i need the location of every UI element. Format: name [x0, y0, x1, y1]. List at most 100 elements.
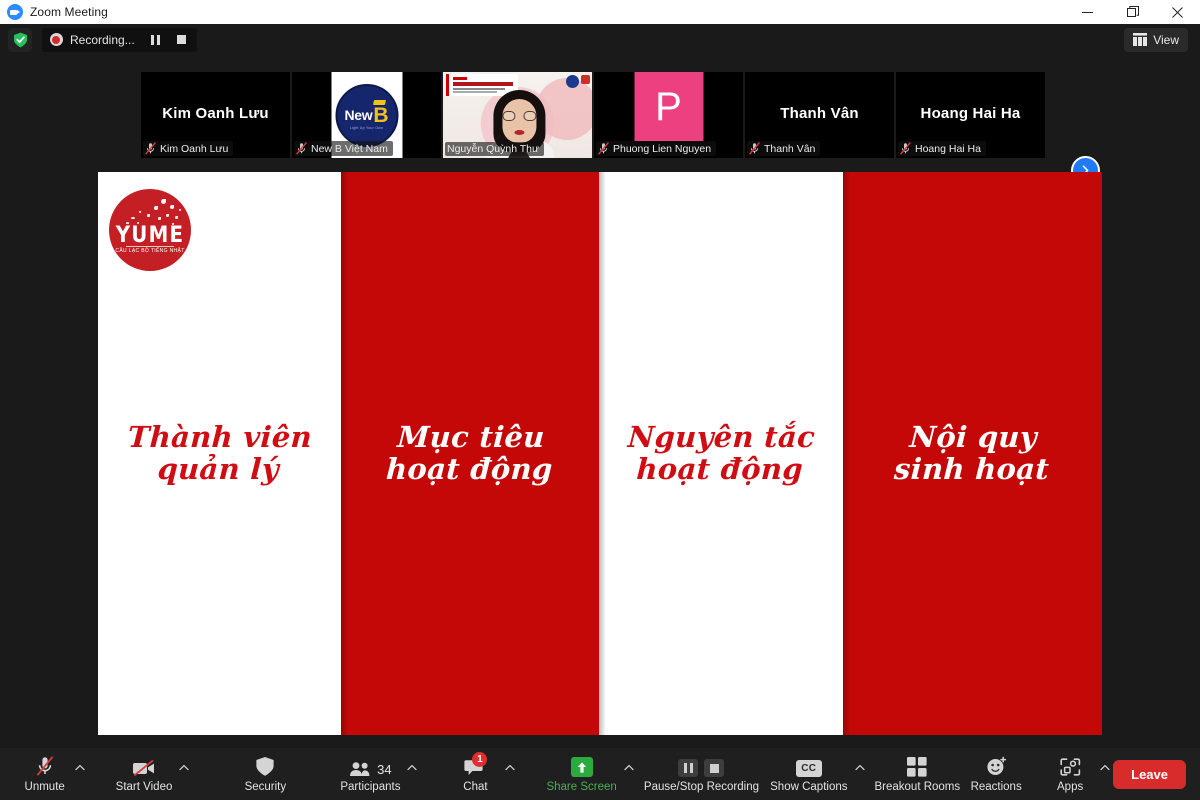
participant-name-text: Phuong Lien Nguyen	[613, 142, 712, 155]
apps-button[interactable]: Apps	[1041, 748, 1099, 800]
minimize-icon[interactable]	[1065, 0, 1110, 24]
zoom-meeting-window: Zoom Meeting Recording... View Kim Oanh …	[0, 0, 1200, 800]
shield-check-icon[interactable]	[8, 27, 32, 52]
unmute-button[interactable]: Unmute	[16, 748, 74, 800]
window-controls	[1065, 0, 1200, 24]
stop-recording-button[interactable]	[169, 28, 195, 52]
participant-thumbnail[interactable]: P Phuong Lien Nguyen	[594, 72, 743, 158]
participant-name-text: Kim Oanh Lưu	[160, 142, 229, 155]
pause-icon	[151, 34, 160, 45]
participant-thumbnail[interactable]: Thanh Vân Thanh Vân	[745, 72, 894, 158]
participants-thumbnail-strip: Kim Oanh Lưu Kim Oanh Lưu New B Light Up…	[0, 55, 1200, 185]
apps-label: Apps	[1057, 781, 1084, 793]
share-screen-label: Share Screen	[546, 781, 617, 793]
graduation-cap-icon	[372, 99, 386, 105]
meeting-toolbar: Unmute Start Video Security 34 Participa…	[0, 748, 1200, 800]
participant-corner-number: 2	[584, 145, 590, 156]
slide-column-title: Nguyên tắc hoạt động	[626, 420, 816, 487]
apps-options-caret[interactable]	[1097, 748, 1113, 800]
slide-column: YUME CÂU LẠC BỘ TIẾNG NHẬT Thành viên qu…	[98, 172, 341, 735]
breakout-rooms-label: Breakout Rooms	[874, 781, 961, 793]
chevron-up-icon	[624, 764, 634, 770]
shared-screen-content: YUME CÂU LẠC BỘ TIẾNG NHẬT Thành viên qu…	[98, 172, 1102, 735]
chat-button[interactable]: 1 Chat	[446, 748, 504, 800]
start-video-button[interactable]: Start Video	[110, 748, 179, 800]
yume-logo-tagline: CÂU LẠC BỘ TIẾNG NHẬT	[115, 248, 185, 254]
slide-column-title-line2: quản lý	[157, 452, 281, 487]
stop-icon	[177, 35, 187, 44]
participant-thumbnail[interactable]: New B Light Up Your Own New B Việt Nam	[292, 72, 441, 158]
close-icon[interactable]	[1155, 0, 1200, 24]
slide-column-title: Mục tiêu hoạt động	[385, 420, 555, 487]
chevron-up-icon	[1100, 764, 1110, 770]
audio-options-caret[interactable]	[72, 748, 88, 800]
participant-thumbnail[interactable]: Kim Oanh Lưu Kim Oanh Lưu	[141, 72, 290, 158]
microphone-muted-icon	[145, 142, 156, 155]
chevron-up-icon	[179, 764, 190, 770]
slide-column-title-line1: Thành viên	[127, 420, 314, 455]
share-screen-button[interactable]: Share Screen	[540, 748, 622, 800]
slide-column: Mục tiêu hoạt động	[341, 172, 599, 735]
slide-column: Nguyên tắc hoạt động	[599, 172, 843, 735]
share-options-caret[interactable]	[621, 748, 637, 800]
stop-icon[interactable]	[704, 759, 725, 777]
start-video-label: Start Video	[115, 781, 173, 793]
unmute-label: Unmute	[24, 781, 65, 793]
record-dot-icon	[44, 33, 68, 46]
pause-stop-recording-label: Pause/Stop Recording	[643, 781, 759, 793]
chevron-up-icon	[407, 764, 418, 770]
slide-column-title-line2: sinh hoạt	[893, 452, 1051, 487]
newb-logo-tagline: Light Up Your Own	[349, 125, 384, 130]
apps-icon	[1060, 758, 1080, 776]
participants-label: Participants	[340, 781, 401, 793]
security-button[interactable]: Security	[236, 748, 294, 800]
microphone-muted-icon	[900, 142, 911, 155]
view-button[interactable]: View	[1124, 27, 1188, 52]
slide-column-title: Nội quy sinh hoạt	[893, 420, 1051, 487]
pause-icon[interactable]	[678, 759, 699, 777]
breakout-rooms-button[interactable]: Breakout Rooms	[874, 748, 960, 800]
share-screen-up-arrow-icon	[570, 757, 593, 777]
background-badge-icon	[581, 75, 590, 84]
participant-name-label: Hoang Hai Ha	[898, 141, 986, 156]
reactions-button[interactable]: Reactions	[967, 748, 1025, 800]
participant-name-text: Hoang Hai Ha	[915, 142, 981, 155]
meeting-header-bar: Recording... View	[0, 24, 1200, 55]
pause-recording-button[interactable]	[143, 28, 169, 52]
participant-name-label: New B Việt Nam	[294, 141, 393, 156]
leave-button[interactable]: Leave	[1113, 759, 1186, 789]
shield-icon	[256, 757, 274, 776]
video-options-caret[interactable]	[176, 748, 192, 800]
yume-logo-icon: YUME CÂU LẠC BỘ TIẾNG NHẬT	[109, 189, 191, 271]
participants-count: 34	[377, 762, 392, 777]
grid-view-icon	[1133, 33, 1148, 46]
chevron-up-icon	[854, 764, 865, 770]
participant-display-name: Thanh Vân	[780, 104, 859, 122]
participant-name-label: Phuong Lien Nguyen	[596, 141, 717, 156]
participants-options-caret[interactable]	[404, 748, 420, 800]
security-label: Security	[244, 781, 287, 793]
show-captions-label: Show Captions	[770, 781, 848, 793]
avatar-initial: P	[655, 84, 682, 129]
participants-button[interactable]: 34 Participants	[334, 748, 406, 800]
window-title: Zoom Meeting	[30, 5, 108, 19]
restore-icon[interactable]	[1110, 0, 1155, 24]
captions-options-caret[interactable]	[852, 748, 868, 800]
closed-captions-icon: CC	[795, 760, 822, 777]
microphone-muted-icon	[749, 142, 760, 155]
reactions-label: Reactions	[970, 781, 1022, 793]
participant-thumbnail[interactable]: Hoang Hai Ha Hoang Hai Ha	[896, 72, 1045, 158]
avatar: P	[634, 72, 703, 141]
people-icon	[350, 762, 370, 776]
recording-indicator: Recording...	[42, 27, 197, 52]
pause-stop-recording-button[interactable]: Pause/Stop Recording	[644, 748, 759, 800]
microphone-muted-icon	[598, 142, 609, 155]
chat-options-caret[interactable]	[502, 748, 518, 800]
slide-column-title: Thành viên quản lý	[126, 420, 314, 487]
participant-name-text: New B Việt Nam	[311, 142, 388, 155]
show-captions-button[interactable]: CC Show Captions	[764, 748, 853, 800]
slide-column-title-line2: hoạt động	[636, 452, 805, 487]
slide-column-title-line2: hoạt động	[385, 452, 554, 487]
participant-thumbnail[interactable]: 2 Nguyễn Quỳnh Thư	[443, 72, 592, 158]
participant-name-label: Nguyễn Quỳnh Thư	[445, 142, 545, 156]
